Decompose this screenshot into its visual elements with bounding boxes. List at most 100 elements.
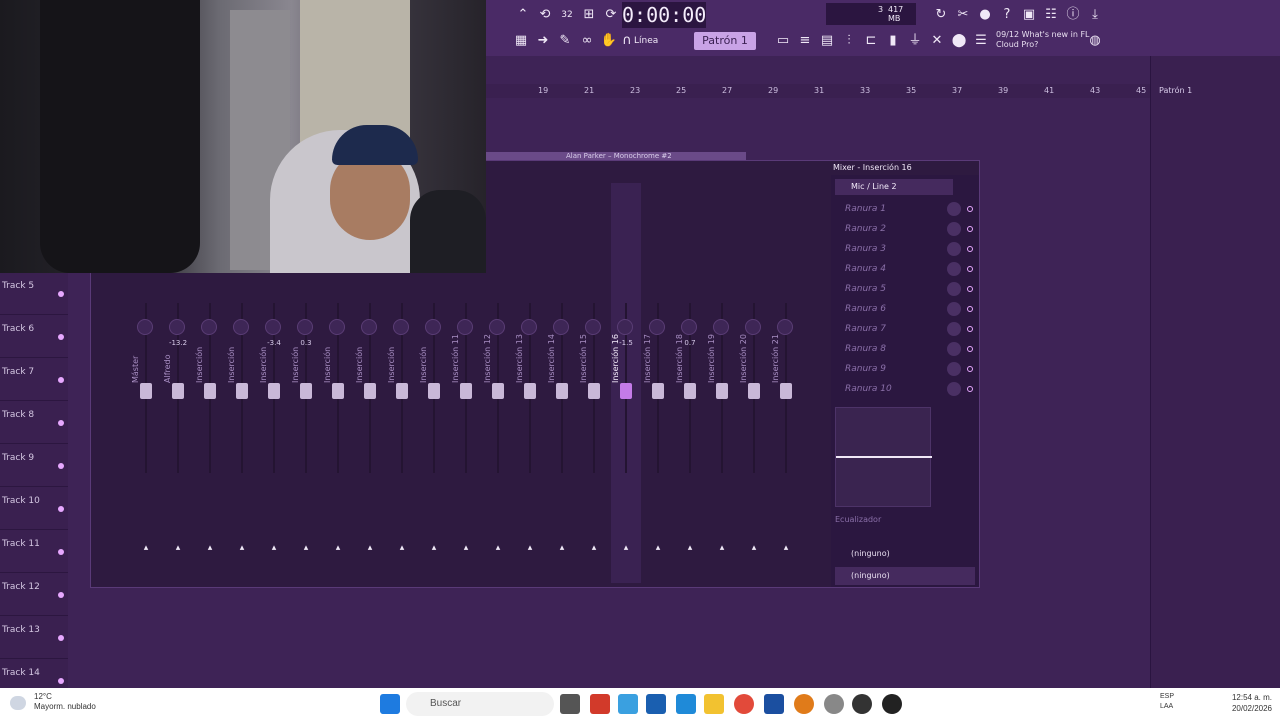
slot-enable-icon[interactable] bbox=[967, 206, 973, 212]
step-edit-icon[interactable]: ⊞ bbox=[580, 6, 598, 24]
mixer-strip[interactable]: Inserción 16 -1.5 ▴ bbox=[611, 183, 641, 583]
volume-fader[interactable] bbox=[716, 383, 728, 399]
route-arrow-icon[interactable]: ▴ bbox=[364, 543, 376, 553]
store-icon[interactable] bbox=[764, 694, 784, 714]
weather-widget[interactable]: 12°C Mayorm. nublado bbox=[34, 692, 96, 712]
app-blue-icon[interactable] bbox=[618, 694, 638, 714]
hand-icon[interactable]: ✋ bbox=[600, 32, 618, 50]
effect-slot[interactable]: Ranura 7 bbox=[835, 321, 975, 339]
slot-enable-icon[interactable] bbox=[967, 286, 973, 292]
volume-fader[interactable] bbox=[524, 383, 536, 399]
route-arrow-icon[interactable]: ▴ bbox=[428, 543, 440, 553]
effect-slot[interactable]: Ranura 1 bbox=[835, 201, 975, 219]
volume-fader[interactable] bbox=[268, 383, 280, 399]
chrome-icon[interactable] bbox=[734, 694, 754, 714]
pan-knob[interactable] bbox=[393, 319, 409, 335]
track-led-icon[interactable] bbox=[58, 635, 64, 641]
route-arrow-icon[interactable]: ▴ bbox=[716, 543, 728, 553]
volume-fader[interactable] bbox=[332, 383, 344, 399]
snap-select[interactable]: Línea bbox=[634, 32, 684, 50]
input-select[interactable]: Mic / Line 2 bbox=[835, 179, 953, 195]
route-arrow-icon[interactable]: ▴ bbox=[172, 543, 184, 553]
channel-rack-icon[interactable]: ≡ bbox=[796, 32, 814, 50]
route-arrow-icon[interactable]: ▴ bbox=[652, 543, 664, 553]
download-icon[interactable]: ⤓ bbox=[1086, 6, 1104, 24]
slot-enable-icon[interactable] bbox=[967, 326, 973, 332]
route-in-select[interactable]: (ninguno) bbox=[835, 545, 975, 563]
volume-fader[interactable] bbox=[236, 383, 248, 399]
slot-mix-knob[interactable] bbox=[947, 362, 961, 376]
pan-knob[interactable] bbox=[297, 319, 313, 335]
pan-knob[interactable] bbox=[745, 319, 761, 335]
slot-enable-icon[interactable] bbox=[967, 346, 973, 352]
chrome-profile-icon[interactable] bbox=[824, 694, 844, 714]
route-arrow-icon[interactable]: ▴ bbox=[780, 543, 792, 553]
slot-mix-knob[interactable] bbox=[947, 262, 961, 276]
piano-icon[interactable]: ▦ bbox=[512, 32, 530, 50]
mixer-strip[interactable]: Inserción 15 ▴ bbox=[579, 183, 609, 583]
track-led-icon[interactable] bbox=[58, 334, 64, 340]
track-label[interactable]: Track 10 bbox=[0, 488, 68, 530]
track-led-icon[interactable] bbox=[58, 549, 64, 555]
browser-icon[interactable]: ▭ bbox=[774, 32, 792, 50]
track-label[interactable]: Track 9 bbox=[0, 445, 68, 487]
slot-enable-icon[interactable] bbox=[967, 306, 973, 312]
track-led-icon[interactable] bbox=[58, 592, 64, 598]
volume-fader[interactable] bbox=[556, 383, 568, 399]
route-out-select[interactable]: (ninguno) bbox=[835, 567, 975, 585]
route-arrow-icon[interactable]: ▴ bbox=[684, 543, 696, 553]
volume-fader[interactable] bbox=[396, 383, 408, 399]
time-display[interactable]: 0:00:00 bbox=[622, 2, 706, 28]
slot-enable-icon[interactable] bbox=[967, 386, 973, 392]
volume-fader[interactable] bbox=[684, 383, 696, 399]
pan-knob[interactable] bbox=[329, 319, 345, 335]
volume-fader[interactable] bbox=[620, 383, 632, 399]
fl-studio-icon[interactable] bbox=[794, 694, 814, 714]
pan-knob[interactable] bbox=[553, 319, 569, 335]
track-led-icon[interactable] bbox=[58, 678, 64, 684]
pan-knob[interactable] bbox=[681, 319, 697, 335]
route-arrow-icon[interactable]: ▴ bbox=[140, 543, 152, 553]
task-view-icon[interactable] bbox=[560, 694, 580, 714]
route-arrow-icon[interactable]: ▴ bbox=[236, 543, 248, 553]
volume-fader[interactable] bbox=[652, 383, 664, 399]
route-arrow-icon[interactable]: ▴ bbox=[332, 543, 344, 553]
effect-slot[interactable]: Ranura 10 bbox=[835, 381, 975, 399]
brush-icon[interactable]: ⏚ bbox=[906, 32, 924, 50]
eq-display[interactable] bbox=[835, 407, 932, 507]
route-arrow-icon[interactable]: ▴ bbox=[492, 543, 504, 553]
pan-knob[interactable] bbox=[457, 319, 473, 335]
app-red-icon[interactable] bbox=[590, 694, 610, 714]
arrow-icon[interactable]: ➜ bbox=[534, 32, 552, 50]
mixer-title[interactable]: Mixer - Inserción 16 bbox=[831, 161, 981, 175]
slot-mix-knob[interactable] bbox=[947, 202, 961, 216]
slot-mix-knob[interactable] bbox=[947, 222, 961, 236]
save-icon[interactable]: ▣ bbox=[1020, 6, 1038, 24]
pattern-label[interactable]: Patrón 1 bbox=[1159, 86, 1192, 95]
route-arrow-icon[interactable]: ▴ bbox=[300, 543, 312, 553]
volume-fader[interactable] bbox=[588, 383, 600, 399]
route-arrow-icon[interactable]: ▴ bbox=[268, 543, 280, 553]
track-label[interactable]: Track 13 bbox=[0, 617, 68, 659]
route-arrow-icon[interactable]: ▴ bbox=[524, 543, 536, 553]
slot-mix-knob[interactable] bbox=[947, 322, 961, 336]
track-label[interactable]: Track 6 bbox=[0, 316, 68, 358]
cut-icon[interactable]: ✂ bbox=[954, 6, 972, 24]
outlook-icon[interactable] bbox=[646, 694, 666, 714]
route-arrow-icon[interactable]: ▴ bbox=[204, 543, 216, 553]
metronome-icon[interactable]: ⌃ bbox=[514, 6, 532, 24]
mixer-strip[interactable]: Inserción 14 ▴ bbox=[547, 183, 577, 583]
slot-mix-knob[interactable] bbox=[947, 242, 961, 256]
mixer-strip[interactable]: Inserción 17 ▴ bbox=[643, 183, 673, 583]
pan-knob[interactable] bbox=[265, 319, 281, 335]
route-arrow-icon[interactable]: ▴ bbox=[620, 543, 632, 553]
slot-mix-knob[interactable] bbox=[947, 382, 961, 396]
effect-slot[interactable]: Ranura 2 bbox=[835, 221, 975, 239]
effect-slot[interactable]: Ranura 9 bbox=[835, 361, 975, 379]
mixer-strip[interactable]: Inserción 20 ▴ bbox=[739, 183, 769, 583]
route-arrow-icon[interactable]: ▴ bbox=[556, 543, 568, 553]
edge-icon[interactable] bbox=[676, 694, 696, 714]
list-icon[interactable]: ☰ bbox=[972, 32, 990, 50]
delete-icon[interactable]: ✕ bbox=[928, 32, 946, 50]
windows-start-icon[interactable] bbox=[380, 694, 400, 714]
